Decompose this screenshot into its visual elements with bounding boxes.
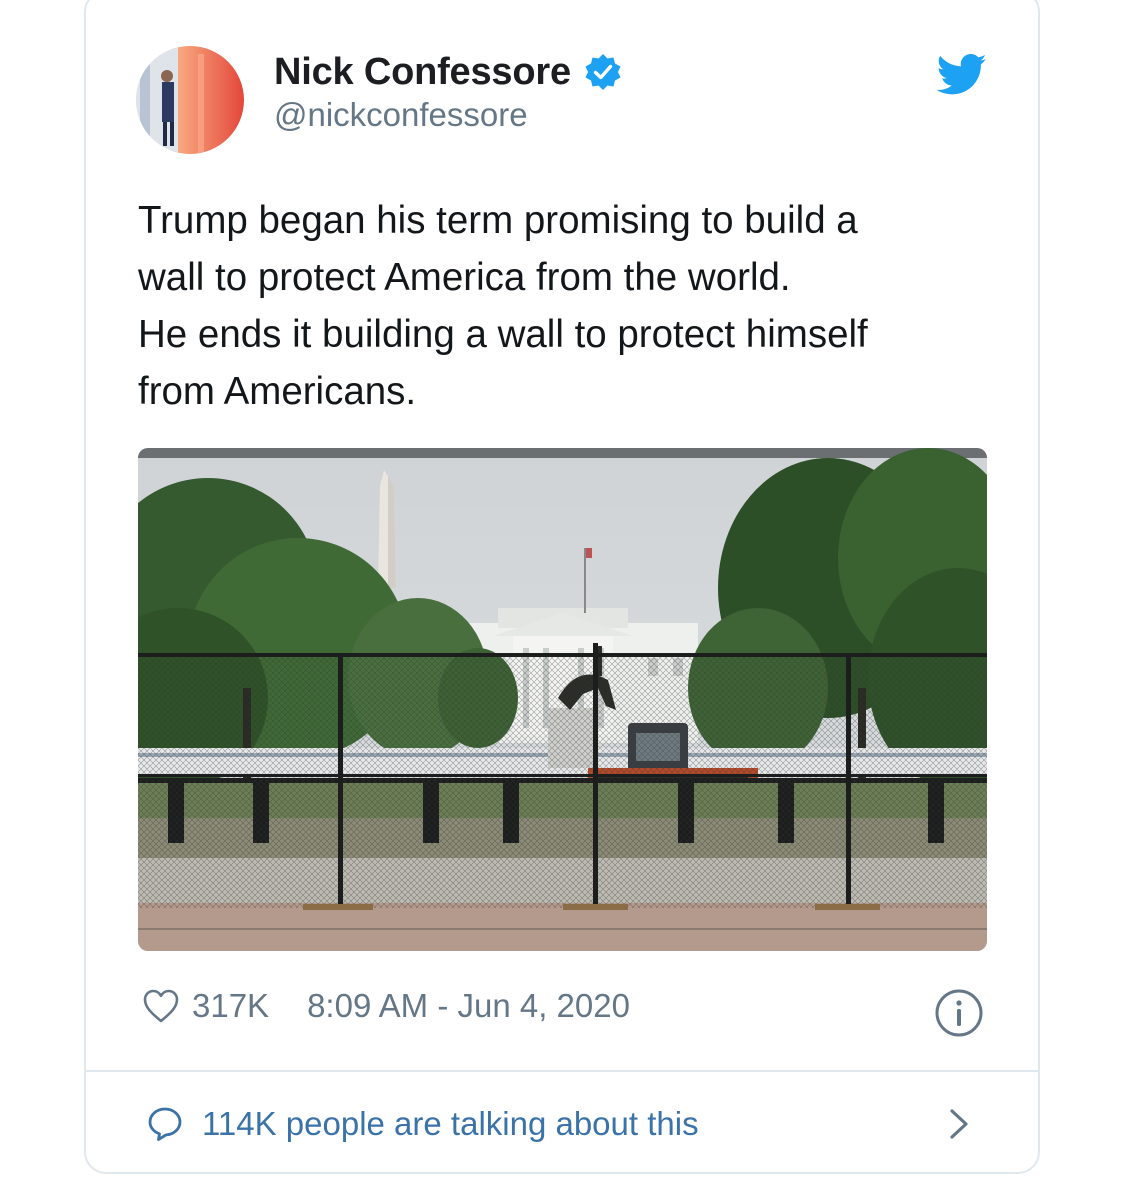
tweet-text-line: Trump began his term promising to build … bbox=[138, 199, 858, 242]
like-count[interactable]: 317K bbox=[192, 987, 269, 1025]
tweet-meta-row: 317K 8:09 AM - Jun 4, 2020 bbox=[142, 982, 630, 1030]
speech-bubble-icon bbox=[148, 1107, 182, 1141]
tweet-timestamp[interactable]: 8:09 AM - Jun 4, 2020 bbox=[307, 987, 630, 1025]
tweet-text-line: He ends it building a wall to protect hi… bbox=[138, 313, 868, 356]
chevron-right-icon[interactable] bbox=[944, 1104, 974, 1144]
author-display-name[interactable]: Nick Confessore bbox=[274, 51, 571, 94]
author-handle[interactable]: @nickconfessore bbox=[274, 96, 528, 134]
conversation-text[interactable]: 114K people are talking about this bbox=[202, 1105, 699, 1143]
tweet-text-line: wall to protect America from the world. bbox=[138, 256, 791, 299]
conversation-link[interactable]: 114K people are talking about this bbox=[146, 1100, 699, 1148]
tweet-text-line: from Americans. bbox=[138, 370, 417, 413]
info-circle-icon[interactable] bbox=[934, 988, 984, 1038]
card-divider bbox=[86, 1070, 1038, 1072]
author-name-row[interactable]: Nick Confessore bbox=[274, 48, 623, 96]
twitter-bird-icon[interactable] bbox=[936, 54, 988, 96]
tweet-photo[interactable] bbox=[138, 448, 987, 951]
heart-outline-icon[interactable] bbox=[142, 988, 180, 1024]
verified-badge-icon bbox=[585, 54, 621, 90]
tweet-text: Trump began his term promising to build … bbox=[138, 192, 988, 420]
avatar[interactable] bbox=[136, 46, 244, 154]
